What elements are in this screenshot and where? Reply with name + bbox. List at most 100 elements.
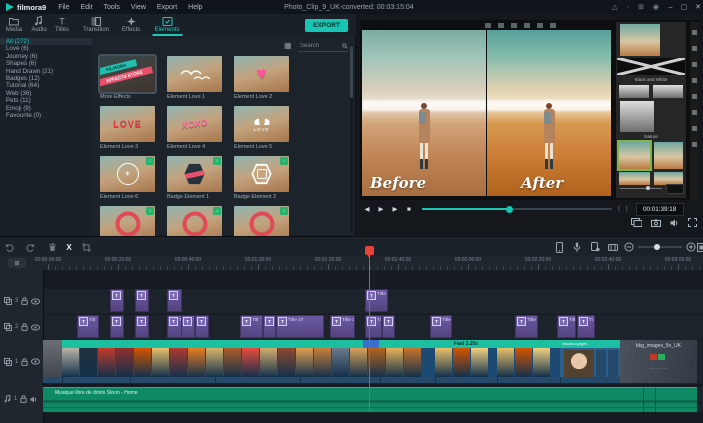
- display-mode-icon[interactable]: [631, 218, 642, 227]
- menu-tools[interactable]: Tools: [104, 4, 120, 11]
- split-icon[interactable]: X: [63, 241, 75, 253]
- title-clip-title-27[interactable]: TTitle 27: [276, 315, 324, 338]
- minimize-button[interactable]: –: [669, 4, 673, 11]
- download-icon[interactable]: ↓: [213, 207, 221, 215]
- lock-icon[interactable]: [21, 297, 29, 305]
- category-favourite[interactable]: Favourite (0): [0, 112, 92, 119]
- undo-icon[interactable]: [4, 241, 16, 253]
- tab-titles[interactable]: T Titles: [55, 16, 69, 34]
- category-emoji[interactable]: Emoji (9): [0, 105, 92, 112]
- seek-knob[interactable]: [506, 205, 513, 213]
- snapshot-camera-icon[interactable]: [651, 219, 661, 227]
- account-icon[interactable]: ◉: [653, 3, 659, 11]
- title-clip[interactable]: T: [382, 315, 395, 338]
- tab-media[interactable]: Media: [6, 16, 22, 33]
- title-clip[interactable]: T: [110, 289, 124, 312]
- title-clip-titl[interactable]: T Titl: [240, 315, 263, 338]
- marker-icon[interactable]: [607, 241, 619, 253]
- download-icon[interactable]: ↓: [280, 207, 288, 215]
- lock-icon[interactable]: [20, 395, 28, 403]
- previous-frame-button[interactable]: ◀: [360, 205, 374, 213]
- filter-thumb[interactable]: [619, 85, 649, 98]
- filter-thumb[interactable]: [654, 142, 683, 169]
- category-all[interactable]: All (272): [0, 38, 92, 46]
- fit-timeline-icon[interactable]: [695, 241, 703, 253]
- mute-icon[interactable]: [30, 396, 38, 403]
- filter-thumb[interactable]: [620, 101, 654, 132]
- lock-icon[interactable]: [21, 323, 29, 331]
- close-button[interactable]: ✕: [695, 3, 701, 11]
- category-web[interactable]: Web (36): [0, 90, 92, 97]
- timeline-ruler[interactable]: ⊞ 00:00:00:00 00:00:20:00 00:00:40:00 00:01…: [0, 256, 703, 270]
- title-clip-title-27[interactable]: TTitle 27: [515, 315, 538, 338]
- element-card-badge-element-1[interactable]: ↓ Badge Element 1: [167, 156, 222, 200]
- playhead[interactable]: [365, 246, 374, 258]
- preview-video[interactable]: Before After Black and White Nature: [360, 20, 699, 200]
- phone-export-icon[interactable]: [553, 241, 565, 253]
- zoom-out-icon[interactable]: [623, 241, 635, 253]
- menu-export[interactable]: Export: [157, 4, 177, 11]
- title-clip[interactable]: T: [135, 315, 149, 338]
- export-button[interactable]: EXPORT: [305, 19, 348, 32]
- category-love[interactable]: Love (6): [0, 45, 92, 52]
- title-clip-title[interactable]: TTitle: [430, 315, 452, 338]
- record-voiceover-icon[interactable]: [571, 241, 583, 253]
- download-icon[interactable]: ↓: [280, 157, 288, 165]
- zoom-slider-knob[interactable]: [654, 244, 660, 250]
- mixer-icon[interactable]: [589, 241, 601, 253]
- menu-help[interactable]: Help: [188, 4, 202, 11]
- seek-slider[interactable]: [422, 205, 612, 213]
- title-clip[interactable]: T: [110, 315, 124, 338]
- title-clip-title[interactable]: TTitle: [365, 315, 382, 338]
- download-icon[interactable]: ↓: [146, 157, 154, 165]
- tab-effects[interactable]: Effects: [122, 16, 140, 33]
- filter-thumb-selected[interactable]: [617, 140, 652, 171]
- redo-icon[interactable]: [24, 241, 36, 253]
- category-pets[interactable]: Pets (11): [0, 97, 92, 104]
- element-card-badge-element-2[interactable]: ↓ Badge Element 2: [234, 156, 289, 200]
- visibility-icon[interactable]: [31, 323, 41, 331]
- menu-edit[interactable]: Edit: [80, 4, 92, 11]
- title-clip[interactable]: T: [135, 289, 149, 312]
- tab-transition[interactable]: Transition: [83, 16, 109, 33]
- audio-clip[interactable]: Musique libre de droits Stoon - Home: [43, 387, 697, 412]
- title-clip-ti[interactable]: TTi: [263, 315, 276, 338]
- maximize-button[interactable]: ▢: [681, 3, 688, 11]
- title-clip-titl[interactable]: T Titl: [77, 315, 99, 338]
- category-hand[interactable]: Hand Drawn (21): [0, 68, 92, 75]
- element-card-element-love-5[interactable]: LOVE Element Love 5: [234, 106, 289, 150]
- category-journey[interactable]: Journey (6): [0, 53, 92, 60]
- search-input[interactable]: [298, 41, 342, 50]
- download-icon[interactable]: ↓: [146, 207, 154, 215]
- category-shapes[interactable]: Shapes (6): [0, 60, 92, 67]
- lock-icon[interactable]: [21, 357, 29, 366]
- library-scrollbar[interactable]: [350, 44, 353, 232]
- category-tutorial[interactable]: Tutorial (64): [0, 82, 92, 89]
- title-clip-ti[interactable]: TTi: [167, 315, 182, 338]
- title-clip-ti[interactable]: TTi: [577, 315, 595, 338]
- element-card-more-effects[interactable]: FILMORA EFFECTS STORE More Effects: [98, 54, 157, 100]
- crop-icon[interactable]: [80, 241, 92, 253]
- tab-audio[interactable]: Audio: [31, 16, 47, 33]
- stop-button[interactable]: ■: [402, 206, 416, 213]
- video-clip-bkg[interactable]: bkg_images_5n_UK — — — —: [620, 340, 697, 383]
- element-card-element-love-4[interactable]: XOXO Element Love 4: [167, 106, 222, 150]
- next-frame-button[interactable]: ▶: [388, 205, 402, 213]
- title-clip[interactable]: T: [167, 289, 182, 312]
- screen-recorder-icon[interactable]: ⊞: [638, 3, 644, 11]
- search-icon[interactable]: [342, 42, 348, 50]
- scrollbar-thumb[interactable]: [350, 46, 353, 98]
- timeline-zoom-slider[interactable]: [638, 244, 682, 250]
- tab-elements[interactable]: Elements: [154, 16, 180, 33]
- title-clip-ti[interactable]: TTi: [181, 315, 195, 338]
- filter-thumb[interactable]: [653, 85, 683, 98]
- grid-view-icon[interactable]: ▦: [284, 41, 292, 50]
- notification-icon[interactable]: △: [612, 3, 617, 11]
- delete-icon[interactable]: [46, 241, 58, 253]
- download-icon[interactable]: ↓: [213, 157, 221, 165]
- element-card-element-love-1[interactable]: Element Love 1: [167, 56, 222, 100]
- play-button[interactable]: ▶: [374, 205, 388, 213]
- element-card-element-love-6[interactable]: ✶ ↓ Element Love 6: [100, 156, 155, 200]
- menu-view[interactable]: View: [131, 4, 146, 11]
- visibility-icon[interactable]: [31, 358, 41, 365]
